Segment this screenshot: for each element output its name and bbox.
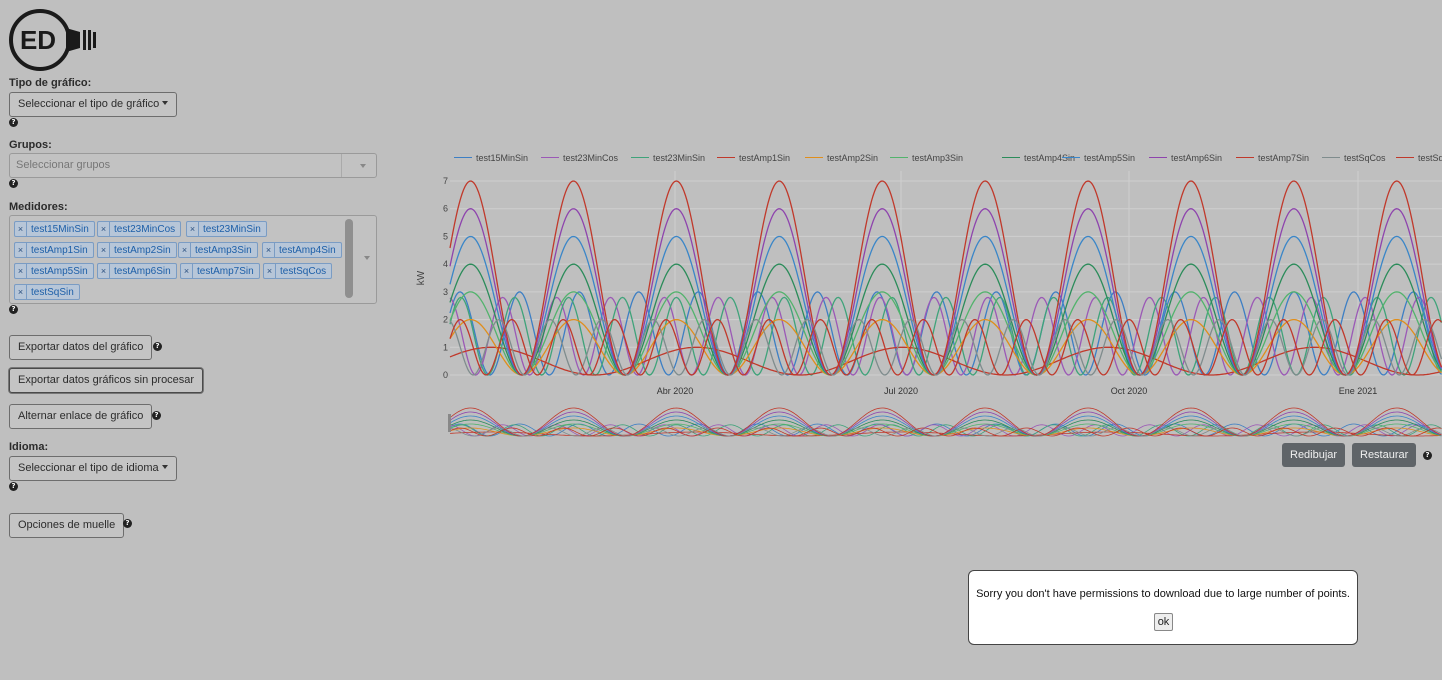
- chart-series: [449, 180, 1442, 376]
- x-axis-ticks: Abr 2020 Jul 2020 Oct 2020 Ene 2021: [657, 386, 1378, 396]
- ok-button[interactable]: ok: [1154, 613, 1173, 631]
- dialog-message: Sorry you don't have permissions to down…: [976, 588, 1350, 600]
- x-tick-label: Oct 2020: [1111, 386, 1148, 396]
- y-tick-label: 5: [443, 231, 448, 241]
- redraw-button[interactable]: Redibujar: [1282, 443, 1346, 467]
- range-slider-handle[interactable]: [448, 414, 451, 432]
- x-tick-label: Jul 2020: [884, 386, 918, 396]
- y-tick-label: 3: [443, 287, 448, 297]
- x-tick-label: Ene 2021: [1339, 386, 1378, 396]
- y-tick-label: 2: [443, 315, 448, 325]
- y-axis-ticks: 0 1 2 3 4 5 6 7: [443, 176, 448, 380]
- y-tick-label: 7: [443, 176, 448, 186]
- y-tick-label: 0: [443, 370, 448, 380]
- y-axis-label: kW: [416, 270, 427, 285]
- permission-dialog: Sorry you don't have permissions to down…: [968, 570, 1358, 645]
- x-tick-label: Abr 2020: [657, 386, 694, 396]
- y-tick-label: 1: [443, 342, 448, 352]
- range-slider: [448, 407, 1442, 437]
- help-icon[interactable]: ?: [1423, 451, 1432, 460]
- y-tick-label: 4: [443, 259, 448, 269]
- y-tick-label: 6: [443, 204, 448, 214]
- reset-button[interactable]: Restaurar: [1352, 443, 1417, 467]
